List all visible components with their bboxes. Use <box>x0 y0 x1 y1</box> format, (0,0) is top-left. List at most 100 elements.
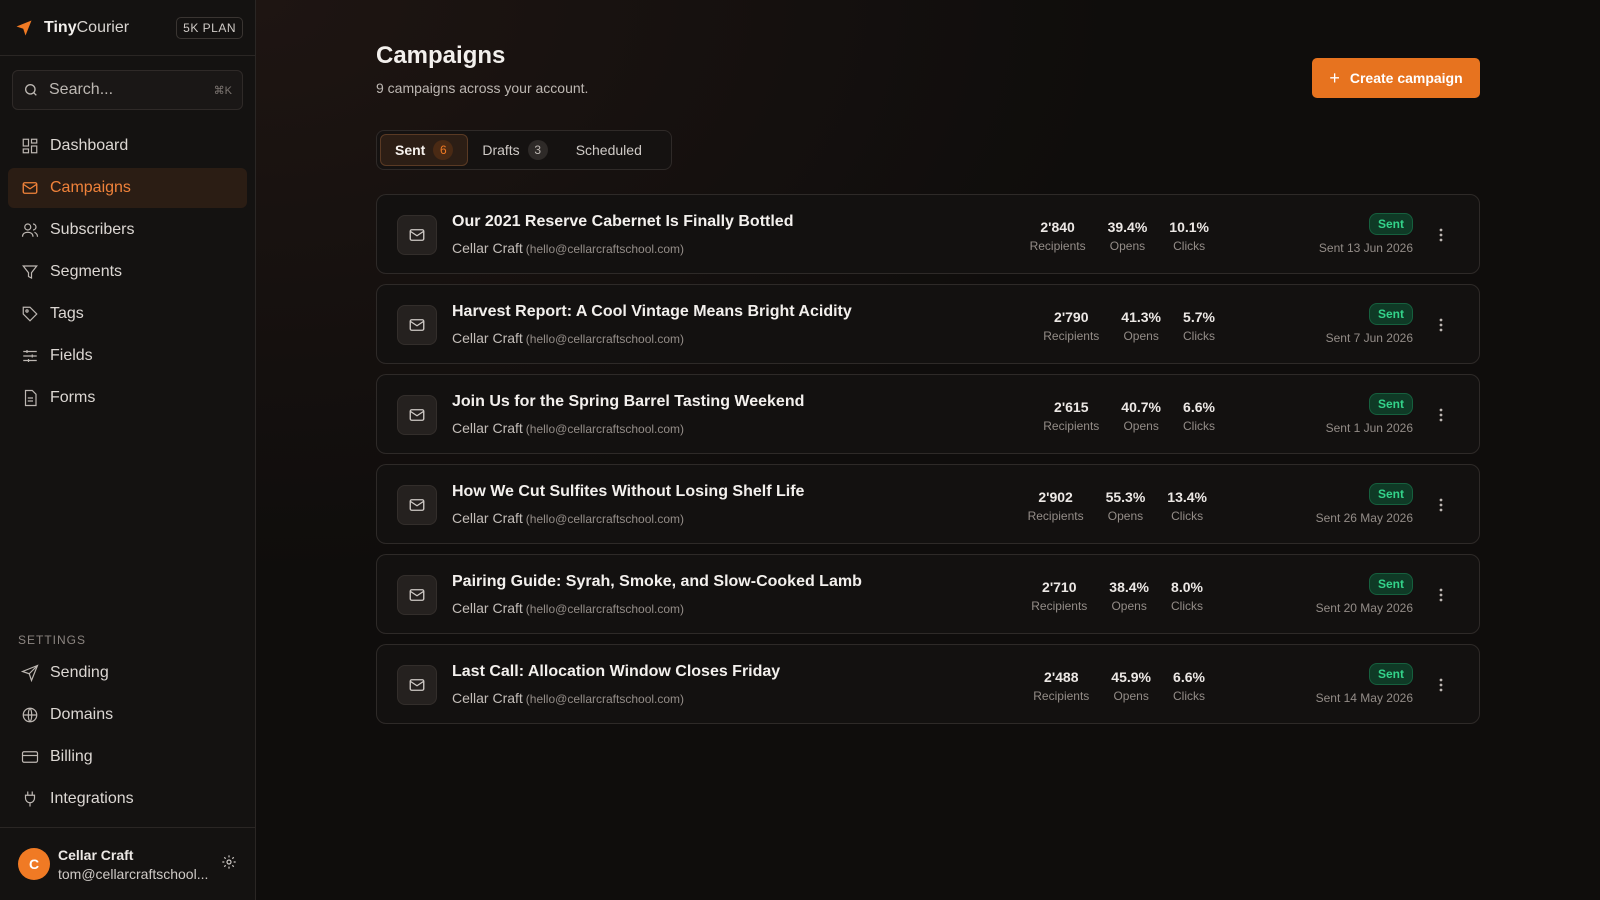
more-options-icon[interactable] <box>1431 315 1451 335</box>
settings-heading: SETTINGS <box>18 633 87 647</box>
sender-email: (hello@cellarcraftschool.com) <box>525 332 685 346</box>
filter-icon <box>20 262 40 282</box>
campaign-sender: Cellar Craft (hello@cellarcraftschool.com… <box>452 600 684 616</box>
stat-opens: 40.7% Opens <box>1121 399 1161 433</box>
campaign-title[interactable]: Pairing Guide: Syrah, Smoke, and Slow-Co… <box>452 573 862 591</box>
campaign-status: Sent Sent 13 Jun 2026 <box>1319 213 1413 255</box>
campaign-sender: Cellar Craft (hello@cellarcraftschool.com… <box>452 510 684 526</box>
stat-label: Recipients <box>1043 329 1100 343</box>
status-badge: Sent <box>1368 483 1413 505</box>
stat-opens: 39.4% Opens <box>1108 219 1148 253</box>
stat-recipients: 2'615 Recipients <box>1043 399 1099 433</box>
campaign-row[interactable]: Harvest Report: A Cool Vintage Means Bri… <box>376 284 1480 364</box>
sidebar-item-label: Billing <box>50 748 93 765</box>
sidebar-item-label: Subscribers <box>50 221 135 238</box>
campaign-row[interactable]: Our 2021 Reserve Cabernet Is Finally Bot… <box>376 194 1480 274</box>
stat-label: Recipients <box>1029 239 1086 253</box>
sidebar-item-campaigns[interactable]: Campaigns <box>8 168 247 208</box>
stat-label: Opens <box>1107 509 1144 523</box>
stat-value: 6.6% <box>1183 399 1215 415</box>
sidebar: TinyCourier 5K PLAN Search... ⌘K Dashboa… <box>0 0 256 900</box>
stat-recipients: 2'710 Recipients <box>1031 579 1087 613</box>
sidebar-item-domains[interactable]: Domains <box>8 695 247 735</box>
more-options-icon[interactable] <box>1431 225 1451 245</box>
sender-name: Cellar Craft <box>452 600 523 616</box>
campaign-title[interactable]: Join Us for the Spring Barrel Tasting We… <box>452 393 804 411</box>
gear-icon[interactable] <box>221 854 237 875</box>
stat-label: Opens <box>1123 419 1159 433</box>
globe-icon <box>20 705 40 725</box>
sidebar-item-dashboard[interactable]: Dashboard <box>8 126 247 166</box>
plan-badge: 5K PLAN <box>176 16 243 39</box>
tab-sent[interactable]: Sent 6 <box>380 134 469 166</box>
sidebar-item-segments[interactable]: Segments <box>8 252 247 292</box>
app-name[interactable]: TinyCourier <box>44 19 129 37</box>
stat-recipients: 2'840 Recipients <box>1030 219 1086 253</box>
campaign-row[interactable]: Last Call: Allocation Window Closes Frid… <box>376 644 1480 724</box>
envelope-icon <box>397 395 437 435</box>
sidebar-item-label: Dashboard <box>50 137 129 154</box>
campaign-title[interactable]: Harvest Report: A Cool Vintage Means Bri… <box>452 303 852 321</box>
stat-label: Opens <box>1123 329 1159 343</box>
brand-header: TinyCourier 5K PLAN <box>0 0 255 56</box>
campaign-row[interactable]: Join Us for the Spring Barrel Tasting We… <box>376 374 1480 454</box>
sidebar-item-billing[interactable]: Billing <box>8 737 247 777</box>
tab-scheduled[interactable]: Scheduled <box>562 134 656 166</box>
tab-label: Drafts <box>482 142 520 158</box>
stat-opens: 45.9% Opens <box>1111 669 1151 703</box>
stat-opens: 38.4% Opens <box>1109 579 1149 613</box>
stat-label: Clicks <box>1173 689 1205 703</box>
stat-label: Opens <box>1111 599 1147 613</box>
campaign-status: Sent Sent 1 Jun 2026 <box>1326 393 1413 435</box>
stat-value: 2'840 <box>1040 219 1075 235</box>
campaign-row[interactable]: Pairing Guide: Syrah, Smoke, and Slow-Co… <box>376 554 1480 634</box>
sender-name: Cellar Craft <box>452 330 523 346</box>
sidebar-item-label: Integrations <box>50 790 134 807</box>
stat-label: Clicks <box>1183 329 1215 343</box>
sender-email: (hello@cellarcraftschool.com) <box>525 242 685 256</box>
status-badge: Sent <box>1368 303 1413 325</box>
user-name: Cellar Craft <box>58 846 134 863</box>
stat-label: Clicks <box>1171 599 1203 613</box>
create-campaign-button[interactable]: + Create campaign <box>1312 58 1480 98</box>
search-input[interactable]: Search... ⌘K <box>12 70 243 110</box>
campaign-sender: Cellar Craft (hello@cellarcraftschool.com… <box>452 690 684 706</box>
more-options-icon[interactable] <box>1431 405 1451 425</box>
sender-name: Cellar Craft <box>452 690 523 706</box>
more-options-icon[interactable] <box>1431 585 1451 605</box>
campaign-stats: 2'710 Recipients 38.4% Opens 8.0% Clicks <box>1031 579 1203 613</box>
sidebar-item-tags[interactable]: Tags <box>8 294 247 334</box>
stat-value: 2'488 <box>1044 669 1079 685</box>
plug-icon <box>20 789 40 809</box>
campaign-row[interactable]: How We Cut Sulfites Without Losing Shelf… <box>376 464 1480 544</box>
campaign-title[interactable]: How We Cut Sulfites Without Losing Shelf… <box>452 483 804 501</box>
sidebar-item-forms[interactable]: Forms <box>8 378 247 418</box>
dashboard-icon <box>20 136 40 156</box>
user-profile[interactable]: C Cellar Craft tom@cellarcraftschool... <box>0 827 255 900</box>
envelope-icon <box>397 215 437 255</box>
stat-value: 2'710 <box>1042 579 1077 595</box>
more-options-icon[interactable] <box>1431 495 1451 515</box>
campaign-title[interactable]: Last Call: Allocation Window Closes Frid… <box>452 663 780 681</box>
stat-clicks: 13.4% Clicks <box>1167 489 1207 523</box>
sent-date: Sent 1 Jun 2026 <box>1325 421 1413 435</box>
campaign-stats: 2'840 Recipients 39.4% Opens 10.1% Clicks <box>1030 219 1209 253</box>
more-options-icon[interactable] <box>1431 675 1451 695</box>
sidebar-item-integrations[interactable]: Integrations <box>8 779 247 819</box>
sidebar-item-subscribers[interactable]: Subscribers <box>8 210 247 250</box>
campaign-title[interactable]: Our 2021 Reserve Cabernet Is Finally Bot… <box>452 213 793 231</box>
settings-nav: Sending Domains Billing Integrations <box>0 653 255 821</box>
sidebar-item-fields[interactable]: Fields <box>8 336 247 376</box>
campaign-stats: 2'615 Recipients 40.7% Opens 6.6% Clicks <box>1043 399 1215 433</box>
stat-label: Recipients <box>1027 509 1084 523</box>
envelope-icon <box>397 575 437 615</box>
sidebar-item-sending[interactable]: Sending <box>8 653 247 693</box>
stat-label: Recipients <box>1031 599 1088 613</box>
page-title: Campaigns <box>376 42 506 69</box>
campaign-stats: 2'902 Recipients 55.3% Opens 13.4% Clicks <box>1028 489 1207 523</box>
tab-drafts[interactable]: Drafts 3 <box>468 134 561 166</box>
stat-label: Recipients <box>1033 689 1090 703</box>
mail-icon <box>20 178 40 198</box>
sender-name: Cellar Craft <box>452 420 523 436</box>
card-icon <box>20 747 40 767</box>
